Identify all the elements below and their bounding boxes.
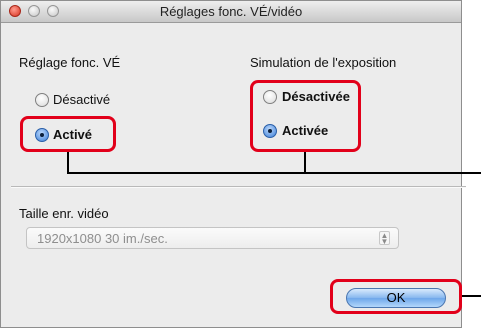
video-size-label: Taille enr. vidéo [19,206,109,221]
highlight-exposure-group [250,80,361,152]
exposure-sim-label: Simulation de l'exposition [250,55,397,70]
highlight-ok-button [330,279,462,314]
highlight-activated-radio [20,116,116,152]
video-size-value: 1920x1080 30 im./sec. [37,231,168,246]
radio-button-icon[interactable] [35,93,49,107]
radio-label[interactable]: Désactivé [53,92,110,107]
updown-arrows-icon: ▲ ▼ [379,231,390,246]
video-size-select[interactable]: 1920x1080 30 im./sec. ▲ ▼ [26,227,399,249]
callout-line [462,295,481,297]
callout-line [67,172,481,174]
callout-line [304,152,306,173]
title-bar: Réglages fonc. VÉ/vidéo [1,1,461,23]
live-view-label: Réglage fonc. VÉ [19,55,121,70]
callout-line [67,152,69,173]
divider [11,186,466,188]
window-title: Réglages fonc. VÉ/vidéo [159,4,303,19]
